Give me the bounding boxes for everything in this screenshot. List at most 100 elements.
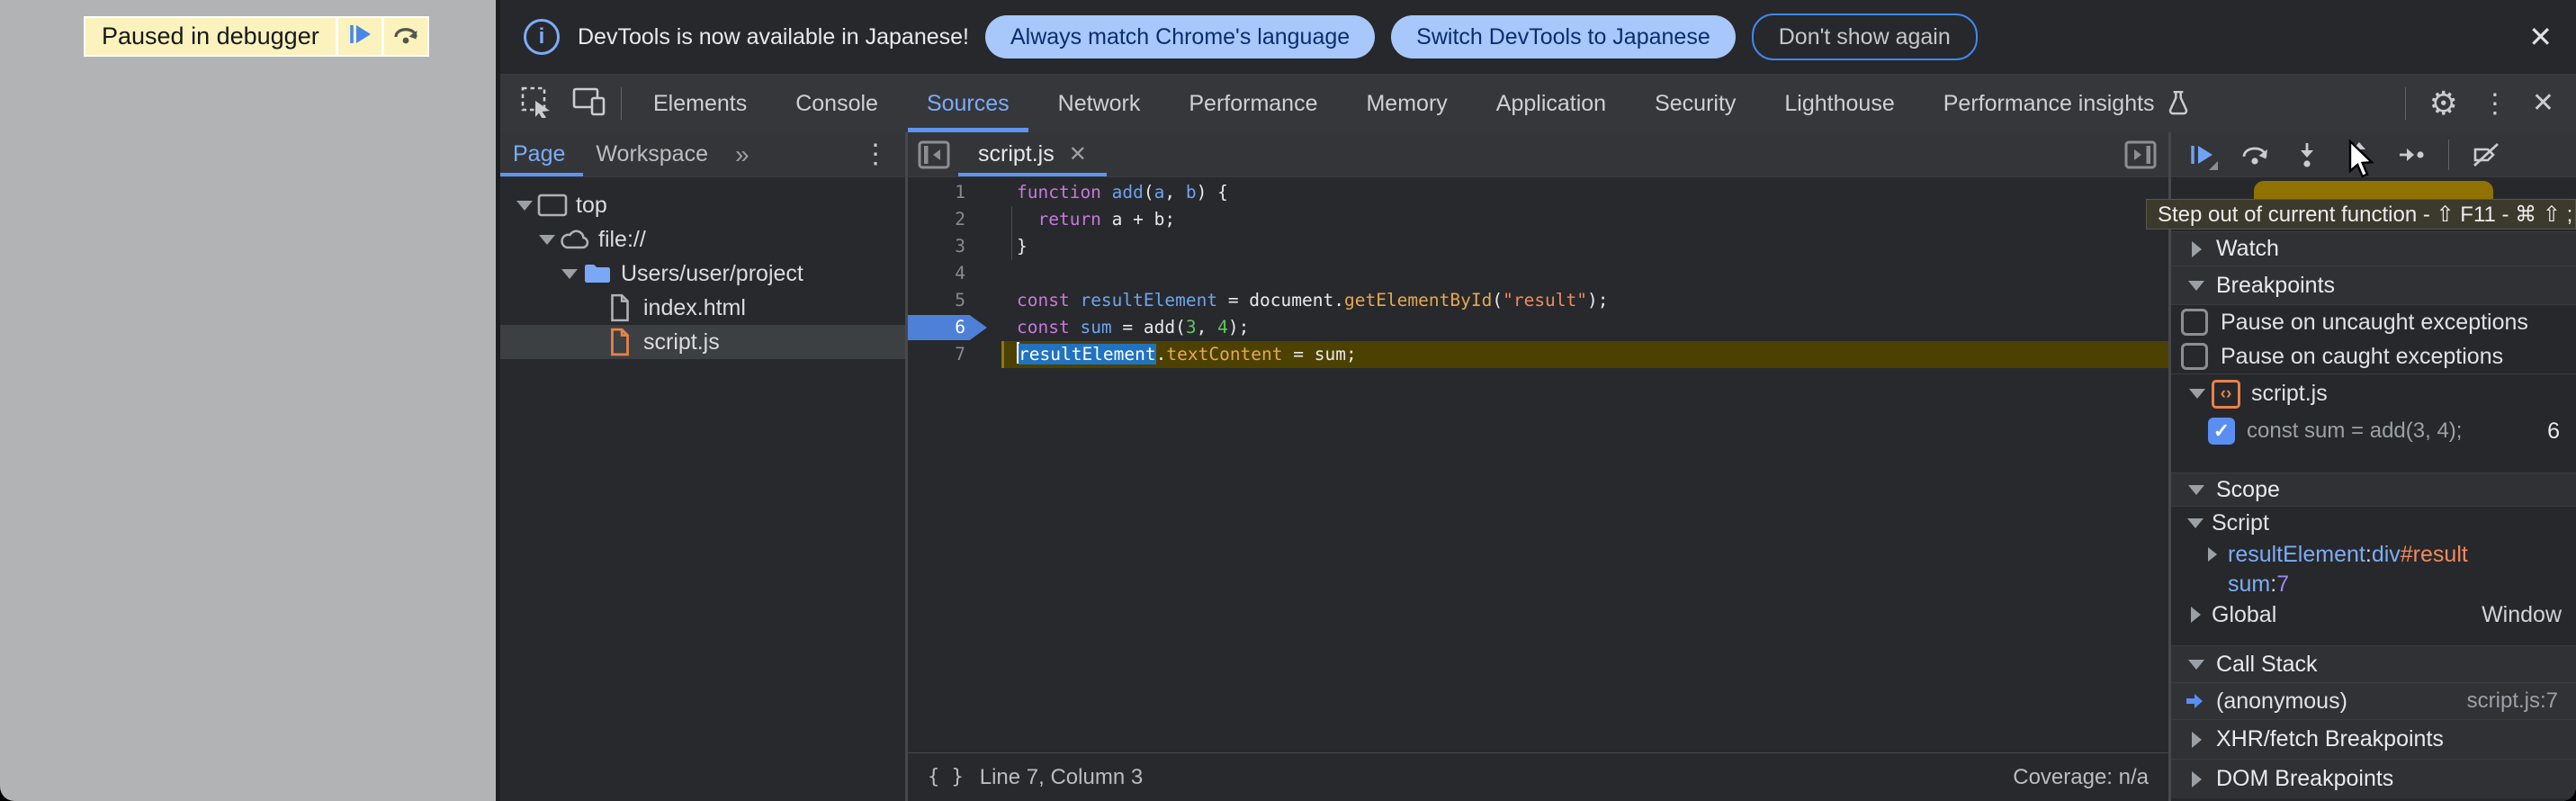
tab-label: Application	[1496, 91, 1606, 117]
breakpoint-entry-row[interactable]: ✓ const sum = add(3, 4); 6	[2171, 413, 2576, 449]
deactivate-breakpoints-icon[interactable]	[2471, 140, 2501, 170]
pause-caught-checkbox[interactable]	[2181, 343, 2208, 370]
expander-icon[interactable]	[539, 235, 555, 245]
debugger-sidebar: Watch Breakpoints Pause on uncaught exce…	[2171, 132, 2576, 801]
expander-icon[interactable]	[516, 201, 533, 211]
code-line-6[interactable]: 6 const sum = add(3, 4);	[908, 314, 2168, 341]
tab-elements[interactable]: Elements	[629, 75, 771, 132]
device-toolbar-icon[interactable]	[572, 86, 606, 122]
switch-devtools-japanese-button[interactable]: Switch DevTools to Japanese	[1391, 15, 1736, 58]
scope-script-row[interactable]: Script	[2171, 507, 2576, 539]
code-line-1[interactable]: 1function add(a, b) {	[908, 179, 2168, 206]
step-over-icon[interactable]	[2239, 140, 2270, 170]
chevron-down-icon	[2188, 281, 2204, 291]
pause-uncaught-row[interactable]: Pause on uncaught exceptions	[2171, 305, 2576, 339]
cloud-icon	[559, 228, 591, 251]
tab-label: Lighthouse	[1784, 91, 1894, 117]
section-dom-breakpoints[interactable]: DOM Breakpoints	[2171, 759, 2576, 798]
resume-script-button[interactable]	[338, 18, 381, 55]
scope-var-sum[interactable]: sum: 7	[2171, 570, 2576, 598]
tab-label: Network	[1058, 91, 1141, 117]
tab-performance-insights[interactable]: Performance insights	[1919, 75, 2215, 132]
breakpoint-checkbox[interactable]: ✓	[2208, 418, 2235, 445]
tree-item-top[interactable]: top	[500, 188, 905, 222]
file-tree: top file://Users/user/projectindex.htmlsc…	[500, 177, 905, 359]
mouse-cursor	[2347, 140, 2383, 185]
tree-item-users-user-project[interactable]: Users/user/project	[500, 256, 905, 291]
toggle-navigator-icon[interactable]	[917, 132, 951, 176]
info-icon: i	[524, 19, 560, 55]
js-file-icon	[604, 328, 636, 356]
expander-icon[interactable]	[561, 269, 578, 279]
language-infobar: i DevTools is now available in Japanese!…	[500, 0, 2576, 75]
scope-var-resultelement[interactable]: resultElement: div#result	[2171, 539, 2576, 570]
line-number[interactable]: 2	[908, 206, 965, 233]
inspect-element-icon[interactable]	[520, 86, 552, 122]
tab-memory[interactable]: Memory	[1342, 75, 1471, 132]
code-line-text: const sum = add(3, 4);	[1017, 314, 1249, 341]
tree-item-script-js[interactable]: script.js	[500, 325, 905, 359]
section-xhr-breakpoints[interactable]: XHR/fetch Breakpoints	[2171, 719, 2576, 759]
tree-item-label: top	[576, 193, 607, 219]
line-number[interactable]: 3	[908, 233, 965, 260]
editor-tab-close-icon[interactable]: ✕	[1069, 141, 1087, 167]
tab-workspace[interactable]: Workspace	[583, 132, 726, 176]
resume-icon	[347, 22, 372, 51]
tree-item-index-html[interactable]: index.html	[500, 291, 905, 325]
scope-global-row[interactable]: Global Window	[2171, 598, 2576, 631]
code-line-2[interactable]: 2 return a + b;	[908, 206, 2168, 233]
tab-application[interactable]: Application	[1472, 75, 1630, 132]
line-number[interactable]: 5	[908, 287, 965, 314]
tab-security[interactable]: Security	[1630, 75, 1760, 132]
tree-item-file-[interactable]: file://	[500, 222, 905, 256]
chevron-right-icon	[2208, 547, 2217, 562]
tab-sources[interactable]: Sources	[902, 75, 1034, 132]
toggle-debugger-sidebar-icon[interactable]	[2123, 132, 2158, 176]
pause-caught-row[interactable]: Pause on caught exceptions	[2171, 339, 2576, 374]
line-number[interactable]: 4	[908, 260, 965, 287]
resume-script-icon[interactable]	[2187, 140, 2218, 170]
pretty-print-icon[interactable]: { }	[928, 766, 964, 788]
step-into-icon[interactable]	[2292, 140, 2322, 170]
section-scope[interactable]: Scope	[2171, 472, 2576, 507]
frame-location: script.js:7	[2467, 688, 2558, 714]
line-number[interactable]: 7	[908, 341, 965, 368]
chevron-right-icon	[2192, 241, 2202, 257]
chevron-right-icon	[2192, 771, 2202, 788]
tab-console[interactable]: Console	[771, 75, 902, 132]
code-line-3[interactable]: 3}	[908, 233, 2168, 260]
code-editor[interactable]: 1function add(a, b) {2 return a + b;3}45…	[908, 177, 2168, 752]
section-watch[interactable]: Watch	[2171, 231, 2576, 266]
code-line-4[interactable]: 4	[908, 260, 2168, 287]
infobar-close-icon[interactable]: ✕	[2528, 0, 2553, 74]
more-options-icon[interactable]: ⋮	[2482, 88, 2509, 120]
tab-page[interactable]: Page	[500, 132, 583, 176]
tab-network[interactable]: Network	[1034, 75, 1165, 132]
tab-label: Performance	[1189, 91, 1317, 117]
pause-uncaught-checkbox[interactable]	[2181, 309, 2208, 336]
line-number[interactable]: 1	[908, 179, 965, 206]
code-line-text: }	[1017, 233, 1028, 260]
tabbar-right-separator	[2405, 87, 2406, 120]
tab-performance[interactable]: Performance	[1164, 75, 1342, 132]
line-number[interactable]: 6	[908, 314, 965, 341]
code-line-5[interactable]: 5const resultElement = document.getEleme…	[908, 287, 2168, 314]
more-tabs-icon[interactable]: »	[726, 132, 758, 176]
step-icon[interactable]	[2396, 140, 2427, 170]
js-script-icon: ‹›	[2212, 380, 2240, 409]
step-over-button[interactable]	[384, 18, 427, 55]
editor-statusbar: { } Line 7, Column 3 Coverage: n/a	[908, 752, 2168, 801]
call-stack-frame[interactable]: (anonymous) script.js:7	[2171, 683, 2576, 719]
section-call-stack[interactable]: Call Stack	[2171, 645, 2576, 683]
editor-tab-script-js[interactable]: script.js ✕	[958, 132, 1107, 176]
settings-gear-icon[interactable]: ⚙	[2429, 87, 2458, 120]
paused-in-debugger-banner: Paused in debugger	[84, 16, 429, 57]
code-line-7[interactable]: 7resultElement.textContent = sum;	[908, 341, 2168, 368]
section-breakpoints[interactable]: Breakpoints	[2171, 266, 2576, 305]
navigator-menu-icon[interactable]: ⋮	[862, 132, 905, 176]
dont-show-again-button[interactable]: Don't show again	[1752, 14, 1978, 60]
match-chrome-language-button[interactable]: Always match Chrome's language	[985, 15, 1375, 58]
breakpoint-group-row[interactable]: ‹› script.js	[2171, 374, 2576, 413]
tab-lighthouse[interactable]: Lighthouse	[1760, 75, 1918, 132]
devtools-close-icon[interactable]: ✕	[2532, 90, 2554, 117]
